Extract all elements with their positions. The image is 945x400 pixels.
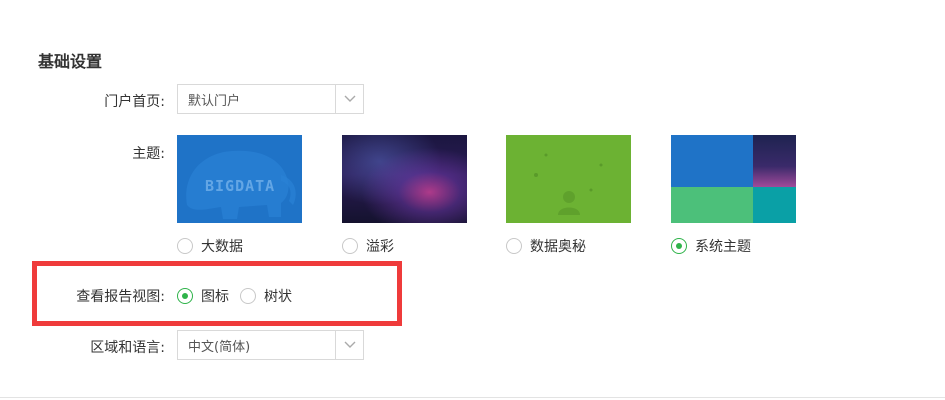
theme-radio-label: 数据奥秘 [530, 239, 586, 255]
region-select-value: 中文(简体) [188, 339, 251, 355]
region-label: 区域和语言: [90, 340, 165, 356]
radio-circle[interactable] [506, 238, 522, 254]
radio-circle[interactable] [177, 238, 193, 254]
portal-select-value: 默认门户 [188, 93, 241, 109]
chevron-down-icon[interactable] [335, 331, 363, 359]
theme-radio-color[interactable]: 溢彩 [342, 236, 394, 256]
theme-radio-secret[interactable]: 数据奥秘 [506, 236, 586, 256]
theme-radio-system[interactable]: 系统主题 [671, 236, 751, 256]
theme-radio-label: 溢彩 [366, 239, 394, 255]
theme-radio-label: 大数据 [201, 239, 243, 255]
theme-thumb-bigdata[interactable]: BIGDATA [177, 135, 302, 223]
theme-thumb-system[interactable] [671, 135, 796, 223]
bigdata-thumb-text: BIGDATA [205, 177, 276, 195]
highlight-box [32, 261, 402, 326]
theme-radio-label: 系统主题 [695, 239, 751, 255]
portal-select[interactable]: 默认门户 [177, 84, 364, 114]
radio-circle-checked[interactable] [671, 238, 687, 254]
system-thumb-green-block [671, 187, 753, 223]
system-thumb-aurora-block [753, 135, 796, 187]
radio-circle[interactable] [342, 238, 358, 254]
theme-thumb-secret[interactable] [506, 135, 631, 223]
person-silhouette-icon [534, 153, 603, 215]
theme-thumb-color[interactable] [342, 135, 467, 223]
bottom-divider [0, 397, 945, 398]
section-title: 基础设置 [38, 52, 103, 71]
chevron-down-icon[interactable] [335, 85, 363, 113]
theme-radio-bigdata[interactable]: 大数据 [177, 236, 243, 256]
system-thumb-teal-block [753, 187, 796, 223]
portal-label: 门户首页: [104, 94, 165, 110]
region-select[interactable]: 中文(简体) [177, 330, 364, 360]
settings-page: 基础设置 门户首页: 默认门户 主题: BIGDATA 大数据 溢彩 数据奥秘 … [0, 0, 945, 400]
theme-label: 主题: [132, 146, 165, 162]
